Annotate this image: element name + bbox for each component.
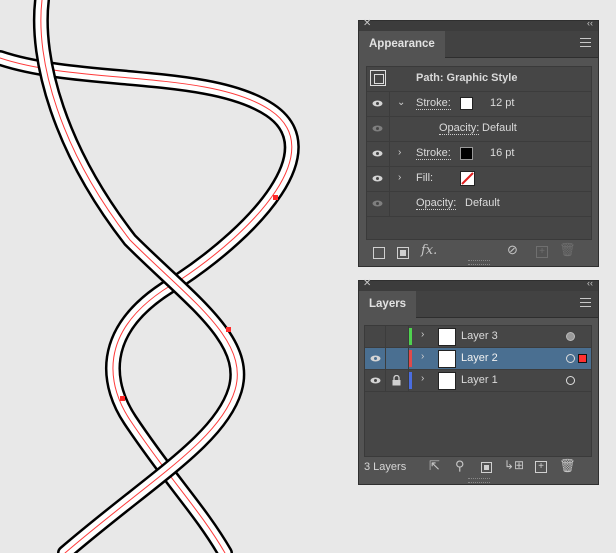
lock-icon[interactable] (392, 375, 401, 386)
chevron-right-icon[interactable]: › (398, 172, 401, 183)
delete-icon: 🗑 (559, 242, 576, 257)
anchor-point[interactable] (273, 195, 278, 200)
target-icon[interactable] (566, 354, 575, 363)
path-thumbnail-icon (370, 70, 386, 86)
layer-row-2[interactable]: › Layer 2 (365, 348, 591, 370)
selection-indicator[interactable] (578, 354, 587, 363)
layer-thumbnail (438, 350, 456, 368)
appearance-row-fill[interactable]: › Fill: (367, 167, 591, 192)
layer-thumbnail (438, 328, 456, 346)
appearance-row-stroke-12[interactable]: ⌄ Stroke: 12 pt (367, 92, 591, 117)
panel-menu-icon[interactable] (580, 38, 591, 50)
layers-list: › Layer 3 › Layer 2 › Layer 1 (364, 325, 592, 457)
stroke-swatch-black[interactable] (460, 147, 473, 160)
eye-icon[interactable] (372, 100, 383, 107)
eye-icon[interactable] (372, 125, 383, 132)
appearance-row-stroke-16[interactable]: › Stroke: 16 pt (367, 142, 591, 167)
eye-icon[interactable] (372, 150, 383, 157)
fx-icon[interactable]: fx. (421, 243, 437, 258)
duplicate-item-icon: + (536, 246, 548, 258)
chevron-right-icon[interactable]: › (398, 147, 401, 158)
layer-color-bar (409, 372, 412, 389)
collapse-icon[interactable]: ‹‹ (587, 278, 593, 288)
tab-layers[interactable]: Layers (359, 291, 417, 318)
appearance-panel: ✕ ‹‹ Appearance Path: Graphic Style ⌄ St… (358, 18, 599, 267)
stroke-weight-value: 16 pt (490, 147, 515, 159)
fill-none-swatch[interactable] (460, 171, 475, 186)
anchor-point[interactable] (120, 396, 125, 401)
panel-titlebar[interactable]: ✕ ‹‹ (359, 18, 598, 31)
chevron-right-icon[interactable]: › (421, 329, 424, 340)
new-layer-icon[interactable]: + (535, 461, 547, 473)
tab-appearance[interactable]: Appearance (359, 31, 445, 58)
create-sublayer-icon[interactable]: ↳⊞ (504, 458, 524, 472)
new-art-fill-icon[interactable] (397, 247, 409, 259)
chevron-right-icon[interactable]: › (421, 351, 424, 362)
stroke-swatch-white[interactable] (460, 97, 473, 110)
layer-thumbnail (438, 372, 456, 390)
eye-icon[interactable] (372, 175, 383, 182)
panel-titlebar[interactable]: ✕ ‹‹ (359, 278, 598, 291)
collapse-icon[interactable]: ‹‹ (587, 18, 593, 28)
clipping-mask-icon[interactable] (481, 462, 492, 473)
close-icon[interactable]: ✕ (363, 18, 371, 29)
appearance-list: Path: Graphic Style ⌄ Stroke: 12 pt Opac… (366, 66, 592, 240)
layer-name[interactable]: Layer 3 (461, 330, 498, 342)
appearance-row-opacity-2[interactable]: Opacity: Default (367, 192, 591, 217)
target-icon[interactable] (566, 376, 575, 385)
layer-row-1[interactable]: › Layer 1 (365, 370, 591, 392)
close-icon[interactable]: ✕ (363, 278, 371, 289)
trash-icon[interactable]: 🗑 (559, 458, 576, 474)
appearance-row-opacity-1[interactable]: Opacity: Default (367, 117, 591, 142)
new-art-stroke-icon[interactable] (373, 247, 385, 259)
stroke-label[interactable]: Stroke: (416, 147, 451, 160)
layer-row-3[interactable]: › Layer 3 (365, 326, 591, 348)
lock-column[interactable] (386, 348, 409, 369)
search-icon[interactable]: ⚲ (455, 458, 465, 474)
layer-name[interactable]: Layer 2 (461, 352, 498, 364)
opacity-value: Default (465, 197, 500, 209)
panel-menu-icon[interactable] (580, 298, 591, 310)
appearance-header-row[interactable]: Path: Graphic Style (367, 67, 591, 92)
opacity-label[interactable]: Opacity: (439, 122, 480, 135)
target-icon[interactable] (566, 332, 575, 341)
chevron-right-icon[interactable]: › (421, 373, 424, 384)
layer-count: 3 Layers (364, 461, 407, 473)
fill-label[interactable]: Fill: (416, 172, 433, 184)
export-icon[interactable]: ⇱ (429, 458, 440, 474)
stroke-weight-value: 12 pt (490, 97, 515, 109)
opacity-label[interactable]: Opacity: (416, 197, 457, 210)
layers-tabbar: Layers (359, 291, 598, 318)
layer-color-bar (409, 350, 412, 367)
stroke-label[interactable]: Stroke: (416, 97, 451, 110)
appearance-tabbar: Appearance (359, 31, 598, 58)
eye-icon[interactable] (370, 355, 381, 362)
opacity-value: Default (482, 122, 517, 134)
layer-color-bar (409, 328, 412, 345)
anchor-point[interactable] (226, 327, 231, 332)
appearance-target-label: Path: Graphic Style (416, 72, 518, 84)
eye-icon[interactable] (370, 377, 381, 384)
lock-column[interactable] (386, 326, 409, 347)
resize-grip[interactable] (467, 260, 490, 265)
clear-appearance-icon[interactable]: ⊘ (507, 242, 518, 258)
resize-grip[interactable] (467, 478, 490, 483)
layers-panel: ✕ ‹‹ Layers › Layer 3 › Layer 2 › Layer … (358, 278, 599, 485)
chevron-down-icon[interactable]: ⌄ (397, 97, 405, 108)
eye-icon[interactable] (372, 200, 383, 207)
layer-name[interactable]: Layer 1 (461, 374, 498, 386)
